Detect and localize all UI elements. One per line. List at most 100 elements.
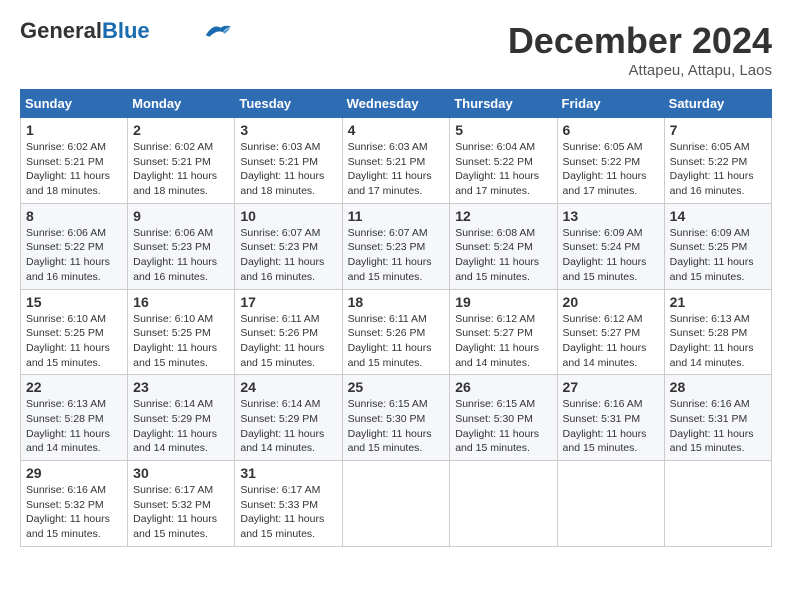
logo-text: GeneralBlue xyxy=(20,20,150,42)
day-number: 28 xyxy=(670,379,766,395)
day-number: 15 xyxy=(26,294,122,310)
day-number: 29 xyxy=(26,465,122,481)
day-number: 23 xyxy=(133,379,229,395)
day-of-week-header: Tuesday xyxy=(235,90,342,118)
calendar-cell: 8 Sunrise: 6:06 AM Sunset: 5:22 PM Daylig… xyxy=(21,203,128,289)
calendar-cell: 28Sunrise: 6:16 AM Sunset: 5:31 PM Dayli… xyxy=(664,375,771,461)
calendar-week-row: 1 Sunrise: 6:02 AM Sunset: 5:21 PM Daylig… xyxy=(21,118,772,204)
day-number: 30 xyxy=(133,465,229,481)
day-number: 12 xyxy=(455,208,551,224)
day-number: 4 xyxy=(348,122,445,138)
day-info: Sunrise: 6:04 AM Sunset: 5:22 PM Dayligh… xyxy=(455,140,551,199)
day-of-week-header: Thursday xyxy=(450,90,557,118)
day-of-week-header: Monday xyxy=(128,90,235,118)
day-info: Sunrise: 6:05 AM Sunset: 5:22 PM Dayligh… xyxy=(563,140,659,199)
calendar-cell: 31Sunrise: 6:17 AM Sunset: 5:33 PM Dayli… xyxy=(235,461,342,547)
calendar-week-row: 8 Sunrise: 6:06 AM Sunset: 5:22 PM Daylig… xyxy=(21,203,772,289)
day-info: Sunrise: 6:16 AM Sunset: 5:31 PM Dayligh… xyxy=(563,397,659,456)
day-number: 1 xyxy=(26,122,122,138)
calendar-cell: 30 Sunrise: 6:17 AM Sunset: 5:32 PM Dayli… xyxy=(128,461,235,547)
day-number: 18 xyxy=(348,294,445,310)
calendar-cell: 22 Sunrise: 6:13 AM Sunset: 5:28 PM Dayli… xyxy=(21,375,128,461)
calendar-cell: 7Sunrise: 6:05 AM Sunset: 5:22 PM Daylig… xyxy=(664,118,771,204)
calendar-cell: 21 Sunrise: 6:13 AM Sunset: 5:28 PM Dayli… xyxy=(664,289,771,375)
calendar-cell xyxy=(450,461,557,547)
day-of-week-header: Friday xyxy=(557,90,664,118)
calendar-cell xyxy=(557,461,664,547)
calendar-cell: 2 Sunrise: 6:02 AM Sunset: 5:21 PM Daylig… xyxy=(128,118,235,204)
day-info: Sunrise: 6:12 AM Sunset: 5:27 PM Dayligh… xyxy=(563,312,659,371)
day-number: 22 xyxy=(26,379,122,395)
logo: GeneralBlue xyxy=(20,20,232,42)
day-number: 26 xyxy=(455,379,551,395)
day-info: Sunrise: 6:12 AM Sunset: 5:27 PM Dayligh… xyxy=(455,312,551,371)
day-info: Sunrise: 6:09 AM Sunset: 5:24 PM Dayligh… xyxy=(563,226,659,285)
calendar-cell: 13 Sunrise: 6:09 AM Sunset: 5:24 PM Dayli… xyxy=(557,203,664,289)
day-number: 21 xyxy=(670,294,766,310)
day-info: Sunrise: 6:17 AM Sunset: 5:32 PM Dayligh… xyxy=(133,483,229,542)
day-number: 27 xyxy=(563,379,659,395)
calendar-cell: 26 Sunrise: 6:15 AM Sunset: 5:30 PM Dayli… xyxy=(450,375,557,461)
calendar-cell xyxy=(342,461,450,547)
calendar-cell: 4 Sunrise: 6:03 AM Sunset: 5:21 PM Daylig… xyxy=(342,118,450,204)
calendar-cell xyxy=(664,461,771,547)
day-info: Sunrise: 6:03 AM Sunset: 5:21 PM Dayligh… xyxy=(348,140,445,199)
calendar-cell: 25Sunrise: 6:15 AM Sunset: 5:30 PM Dayli… xyxy=(342,375,450,461)
day-number: 6 xyxy=(563,122,659,138)
day-number: 19 xyxy=(455,294,551,310)
day-info: Sunrise: 6:02 AM Sunset: 5:21 PM Dayligh… xyxy=(133,140,229,199)
calendar-cell: 27 Sunrise: 6:16 AM Sunset: 5:31 PM Dayli… xyxy=(557,375,664,461)
day-number: 31 xyxy=(240,465,336,481)
calendar-cell: 11Sunrise: 6:07 AM Sunset: 5:23 PM Dayli… xyxy=(342,203,450,289)
day-info: Sunrise: 6:13 AM Sunset: 5:28 PM Dayligh… xyxy=(26,397,122,456)
logo-bird-icon xyxy=(202,21,232,39)
day-number: 13 xyxy=(563,208,659,224)
day-number: 14 xyxy=(670,208,766,224)
day-info: Sunrise: 6:13 AM Sunset: 5:28 PM Dayligh… xyxy=(670,312,766,371)
calendar-cell: 29 Sunrise: 6:16 AM Sunset: 5:32 PM Dayli… xyxy=(21,461,128,547)
day-info: Sunrise: 6:10 AM Sunset: 5:25 PM Dayligh… xyxy=(26,312,122,371)
day-info: Sunrise: 6:06 AM Sunset: 5:22 PM Dayligh… xyxy=(26,226,122,285)
day-info: Sunrise: 6:07 AM Sunset: 5:23 PM Dayligh… xyxy=(240,226,336,285)
page-header: GeneralBlue December 2024 Attapeu, Attap… xyxy=(20,20,772,79)
calendar-cell: 1Sunrise: 6:02 AM Sunset: 5:21 PM Daylig… xyxy=(21,118,128,204)
day-info: Sunrise: 6:03 AM Sunset: 5:21 PM Dayligh… xyxy=(240,140,336,199)
day-info: Sunrise: 6:08 AM Sunset: 5:24 PM Dayligh… xyxy=(455,226,551,285)
title-block: December 2024 Attapeu, Attapu, Laos xyxy=(508,20,772,79)
calendar-cell: 18Sunrise: 6:11 AM Sunset: 5:26 PM Dayli… xyxy=(342,289,450,375)
calendar-cell: 5 Sunrise: 6:04 AM Sunset: 5:22 PM Daylig… xyxy=(450,118,557,204)
calendar-cell: 19 Sunrise: 6:12 AM Sunset: 5:27 PM Dayli… xyxy=(450,289,557,375)
day-number: 9 xyxy=(133,208,229,224)
day-info: Sunrise: 6:06 AM Sunset: 5:23 PM Dayligh… xyxy=(133,226,229,285)
day-number: 5 xyxy=(455,122,551,138)
day-info: Sunrise: 6:07 AM Sunset: 5:23 PM Dayligh… xyxy=(348,226,445,285)
day-number: 3 xyxy=(240,122,336,138)
calendar-cell: 9 Sunrise: 6:06 AM Sunset: 5:23 PM Daylig… xyxy=(128,203,235,289)
calendar-table: SundayMondayTuesdayWednesdayThursdayFrid… xyxy=(20,89,772,547)
day-info: Sunrise: 6:15 AM Sunset: 5:30 PM Dayligh… xyxy=(455,397,551,456)
calendar-cell: 24Sunrise: 6:14 AM Sunset: 5:29 PM Dayli… xyxy=(235,375,342,461)
calendar-week-row: 15 Sunrise: 6:10 AM Sunset: 5:25 PM Dayli… xyxy=(21,289,772,375)
day-number: 20 xyxy=(563,294,659,310)
day-info: Sunrise: 6:14 AM Sunset: 5:29 PM Dayligh… xyxy=(133,397,229,456)
calendar-cell: 23 Sunrise: 6:14 AM Sunset: 5:29 PM Dayli… xyxy=(128,375,235,461)
day-number: 25 xyxy=(348,379,445,395)
calendar-cell: 12 Sunrise: 6:08 AM Sunset: 5:24 PM Dayli… xyxy=(450,203,557,289)
day-number: 16 xyxy=(133,294,229,310)
calendar-cell: 15 Sunrise: 6:10 AM Sunset: 5:25 PM Dayli… xyxy=(21,289,128,375)
day-info: Sunrise: 6:16 AM Sunset: 5:32 PM Dayligh… xyxy=(26,483,122,542)
calendar-week-row: 29 Sunrise: 6:16 AM Sunset: 5:32 PM Dayli… xyxy=(21,461,772,547)
day-info: Sunrise: 6:10 AM Sunset: 5:25 PM Dayligh… xyxy=(133,312,229,371)
day-info: Sunrise: 6:11 AM Sunset: 5:26 PM Dayligh… xyxy=(240,312,336,371)
calendar-cell: 6 Sunrise: 6:05 AM Sunset: 5:22 PM Daylig… xyxy=(557,118,664,204)
day-number: 2 xyxy=(133,122,229,138)
day-number: 8 xyxy=(26,208,122,224)
calendar-cell: 10Sunrise: 6:07 AM Sunset: 5:23 PM Dayli… xyxy=(235,203,342,289)
calendar-cell: 17Sunrise: 6:11 AM Sunset: 5:26 PM Dayli… xyxy=(235,289,342,375)
calendar-cell: 3 Sunrise: 6:03 AM Sunset: 5:21 PM Daylig… xyxy=(235,118,342,204)
calendar-header-row: SundayMondayTuesdayWednesdayThursdayFrid… xyxy=(21,90,772,118)
calendar-body: 1 Sunrise: 6:02 AM Sunset: 5:21 PM Daylig… xyxy=(21,118,772,547)
day-of-week-header: Sunday xyxy=(21,90,128,118)
day-number: 24 xyxy=(240,379,336,395)
calendar-cell: 14Sunrise: 6:09 AM Sunset: 5:25 PM Dayli… xyxy=(664,203,771,289)
